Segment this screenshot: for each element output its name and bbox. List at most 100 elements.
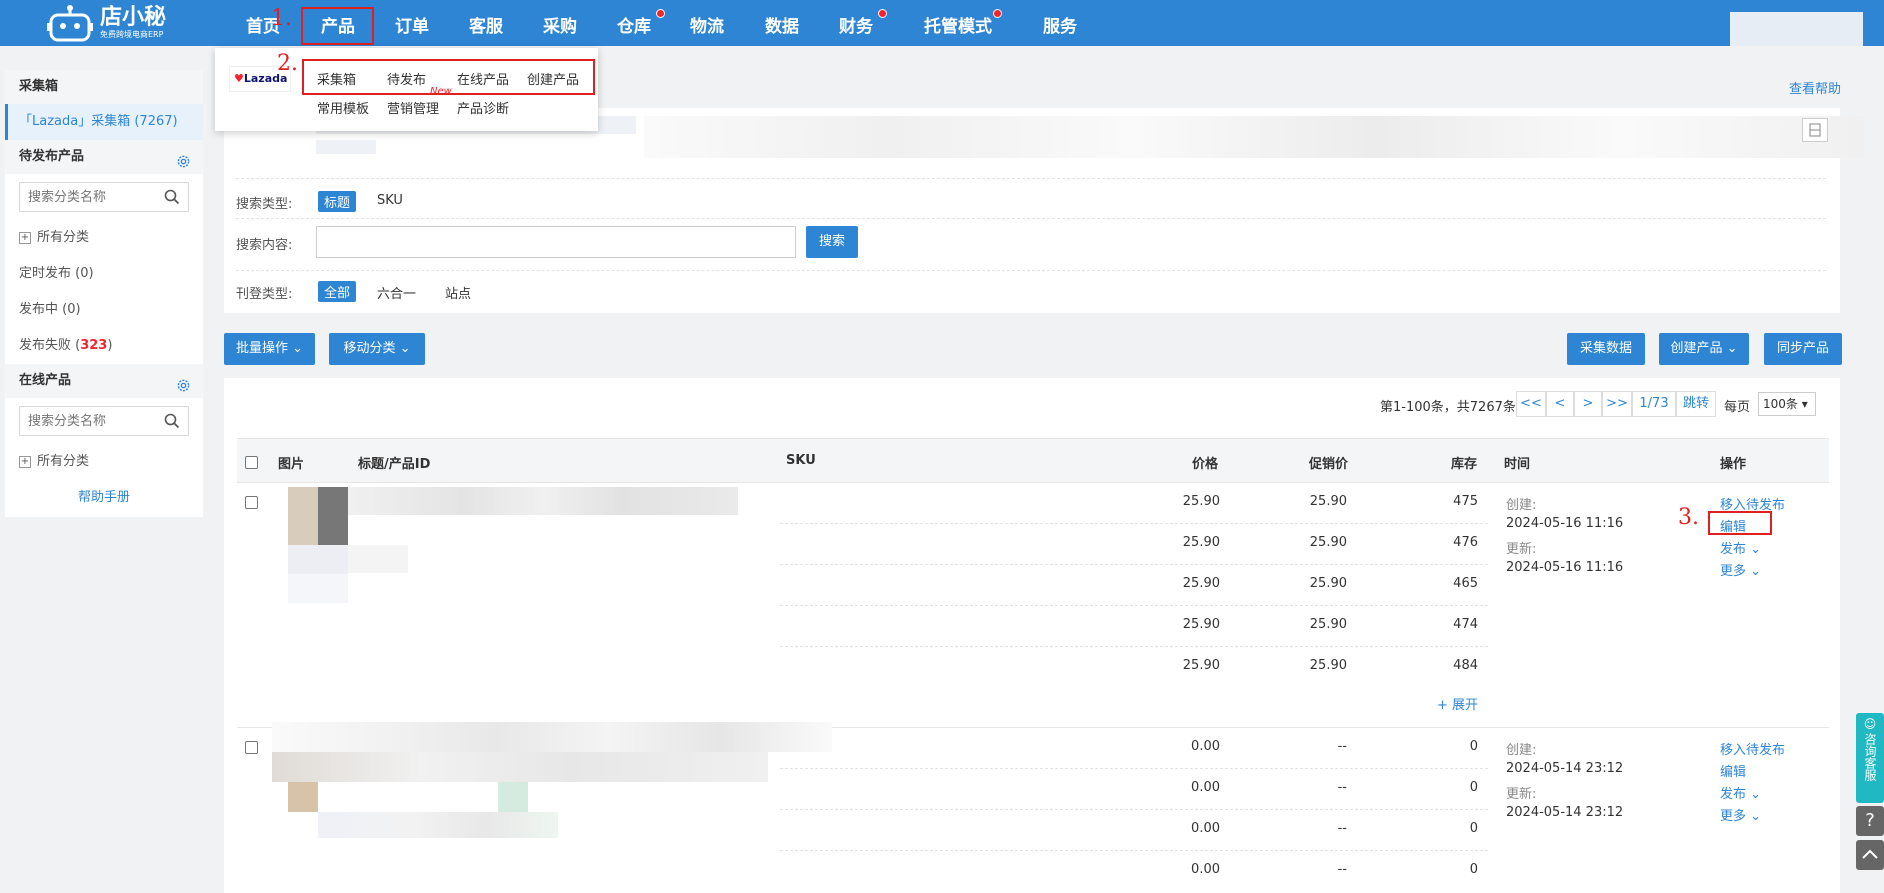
menu-item-marketing[interactable]: 营销管理 <box>387 98 439 117</box>
managed-mode-notification-dot <box>993 9 1002 18</box>
pending-all-categories[interactable]: + 所有分类 <box>5 220 203 256</box>
nav-logistics[interactable]: 物流 <box>690 0 724 46</box>
nav-services[interactable]: 服务 <box>1043 0 1077 46</box>
expand-variants-link[interactable]: + 展开 <box>1378 694 1478 713</box>
created-time: 2024-05-16 11:16 <box>1506 516 1624 531</box>
th-image: 图片 <box>278 457 305 472</box>
nav-data[interactable]: 数据 <box>765 0 799 46</box>
nav-managed-mode[interactable]: 托管模式 <box>924 0 992 46</box>
online-category-search-input[interactable] <box>20 407 170 435</box>
collect-data-button[interactable]: 采集数据 <box>1567 333 1645 365</box>
select-all-checkbox[interactable] <box>245 456 258 469</box>
nav-warehouse[interactable]: 仓库 <box>617 0 651 46</box>
annotation-step-1: 1. <box>271 6 292 31</box>
variant-divider <box>780 646 1488 647</box>
app-logo[interactable]: 店小秘 免费跨境电商ERP <box>46 2 166 44</box>
edit-link[interactable]: 编辑 <box>1720 761 1746 780</box>
chevron-down-icon: ⌄ <box>1726 341 1738 356</box>
product-thumbnail[interactable] <box>288 782 318 812</box>
nav-finance[interactable]: 财务 <box>839 0 873 46</box>
th-sku: SKU <box>786 453 816 468</box>
pager-prev[interactable]: < <box>1546 391 1574 417</box>
variant-divider <box>780 605 1488 606</box>
variant-divider <box>780 850 1488 851</box>
sidebar-item-scheduled[interactable]: 定时发布 (0) <box>5 256 203 292</box>
product-thumbnail[interactable] <box>288 487 348 545</box>
question-icon: ? <box>1865 810 1875 831</box>
pager-next[interactable]: > <box>1574 391 1602 417</box>
row-checkbox[interactable] <box>245 741 258 754</box>
menu-item-templates[interactable]: 常用模板 <box>317 98 369 117</box>
view-help-link[interactable]: 查看帮助 <box>1789 78 1841 97</box>
variant-3-stock: 0 <box>1469 821 1478 836</box>
online-all-categories[interactable]: + 所有分类 <box>5 444 203 480</box>
chevron-down-icon: ⌄ <box>1750 787 1762 802</box>
sidebar-item-failed[interactable]: 发布失败 (323) <box>5 328 203 364</box>
search-type-title[interactable]: 标题 <box>318 191 357 212</box>
variant-4-price: 0.00 <box>1191 862 1220 877</box>
more-dropdown[interactable]: 更多 ⌄ <box>1720 560 1761 579</box>
menu-item-diagnosis[interactable]: 产品诊断 <box>457 98 509 117</box>
help-question-button[interactable]: ? <box>1856 806 1884 836</box>
pager-last[interactable]: >> <box>1602 391 1632 417</box>
consult-service-button[interactable]: ☺ 咨询客服 <box>1856 713 1884 803</box>
th-time: 时间 <box>1504 457 1531 472</box>
pending-settings-gear-icon[interactable] <box>176 149 191 183</box>
filter-panel: 搜索类型: 标题 SKU 搜索内容: 搜索 刊登类型: 全部 六合一 站点 <box>224 108 1864 313</box>
more-dropdown[interactable]: 更多 ⌄ <box>1720 805 1761 824</box>
pager-current-page[interactable]: 1/73 <box>1632 391 1676 417</box>
pager-first[interactable]: << <box>1516 391 1546 417</box>
variant-divider <box>780 523 1488 524</box>
per-page-select[interactable]: 100条 ▾ <box>1758 392 1816 416</box>
expand-plus-icon[interactable]: + <box>19 231 31 244</box>
nav-orders[interactable]: 订单 <box>395 0 429 46</box>
th-promo-price: 促销价 <box>1309 457 1349 472</box>
search-type-sku[interactable]: SKU <box>377 193 403 208</box>
variant-4-promo: 25.90 <box>1309 617 1347 632</box>
th-stock: 库存 <box>1451 457 1478 472</box>
search-icon[interactable] <box>164 189 180 209</box>
failed-label: 发布失败 ( <box>19 338 81 353</box>
variant-4-stock: 474 <box>1453 617 1478 632</box>
sidebar-online-title: 在线产品 <box>5 364 203 398</box>
move-to-pending-link[interactable]: 移入待发布 <box>1720 739 1785 758</box>
listing-type-site[interactable]: 站点 <box>445 283 471 302</box>
sync-product-button[interactable]: 同步产品 <box>1764 333 1842 365</box>
move-category-button[interactable]: 移动分类 ⌄ <box>329 333 425 365</box>
listing-type-six-in-one[interactable]: 六合一 <box>377 283 416 302</box>
variant-5-promo: 25.90 <box>1309 658 1347 673</box>
sidebar-item-lazada-collect-box[interactable]: 「Lazada」采集箱 (7267) <box>5 104 203 140</box>
pager-jump[interactable]: 跳转 <box>1676 391 1716 417</box>
nav-customer-service[interactable]: 客服 <box>469 0 503 46</box>
sidebar-pending-label: 待发布产品 <box>19 149 85 164</box>
expand-plus-icon[interactable]: + <box>19 455 31 468</box>
online-settings-gear-icon[interactable] <box>176 373 191 407</box>
user-account-area[interactable] <box>1730 12 1863 46</box>
nav-purchasing[interactable]: 采购 <box>543 0 577 46</box>
updated-label: 更新: <box>1506 542 1537 557</box>
sidebar-item-publishing[interactable]: 发布中 (0) <box>5 292 203 328</box>
row-checkbox[interactable] <box>245 496 258 509</box>
failed-count: 323 <box>80 338 108 353</box>
search-icon[interactable] <box>164 413 180 433</box>
redacted-product-info <box>272 752 768 782</box>
pending-category-search-input[interactable] <box>20 183 170 211</box>
collapse-filter-toggle[interactable] <box>1802 118 1828 142</box>
variant-2-promo: 25.90 <box>1309 535 1347 550</box>
publish-dropdown[interactable]: 发布 ⌄ <box>1720 783 1761 802</box>
sidebar-collect-title: 采集箱 <box>5 70 203 104</box>
create-product-button[interactable]: 创建产品 ⌄ <box>1659 333 1749 365</box>
updated-time: 2024-05-16 11:16 <box>1506 560 1624 575</box>
more-label: 更多 <box>1720 564 1747 579</box>
publish-dropdown[interactable]: 发布 ⌄ <box>1720 538 1761 557</box>
heart-logo-icon: ♥ <box>234 72 244 85</box>
th-title-id: 标题/产品ID <box>358 457 431 472</box>
variant-3-price: 25.90 <box>1182 576 1220 591</box>
search-button[interactable]: 搜索 <box>806 226 858 258</box>
back-to-top-button[interactable] <box>1856 840 1884 870</box>
listing-type-all[interactable]: 全部 <box>318 281 357 302</box>
help-manual-link[interactable]: 帮助手册 <box>5 480 203 516</box>
batch-operations-button[interactable]: 批量操作 ⌄ <box>224 333 315 365</box>
variant-2-promo: -- <box>1337 780 1347 795</box>
search-content-input[interactable] <box>316 226 796 258</box>
